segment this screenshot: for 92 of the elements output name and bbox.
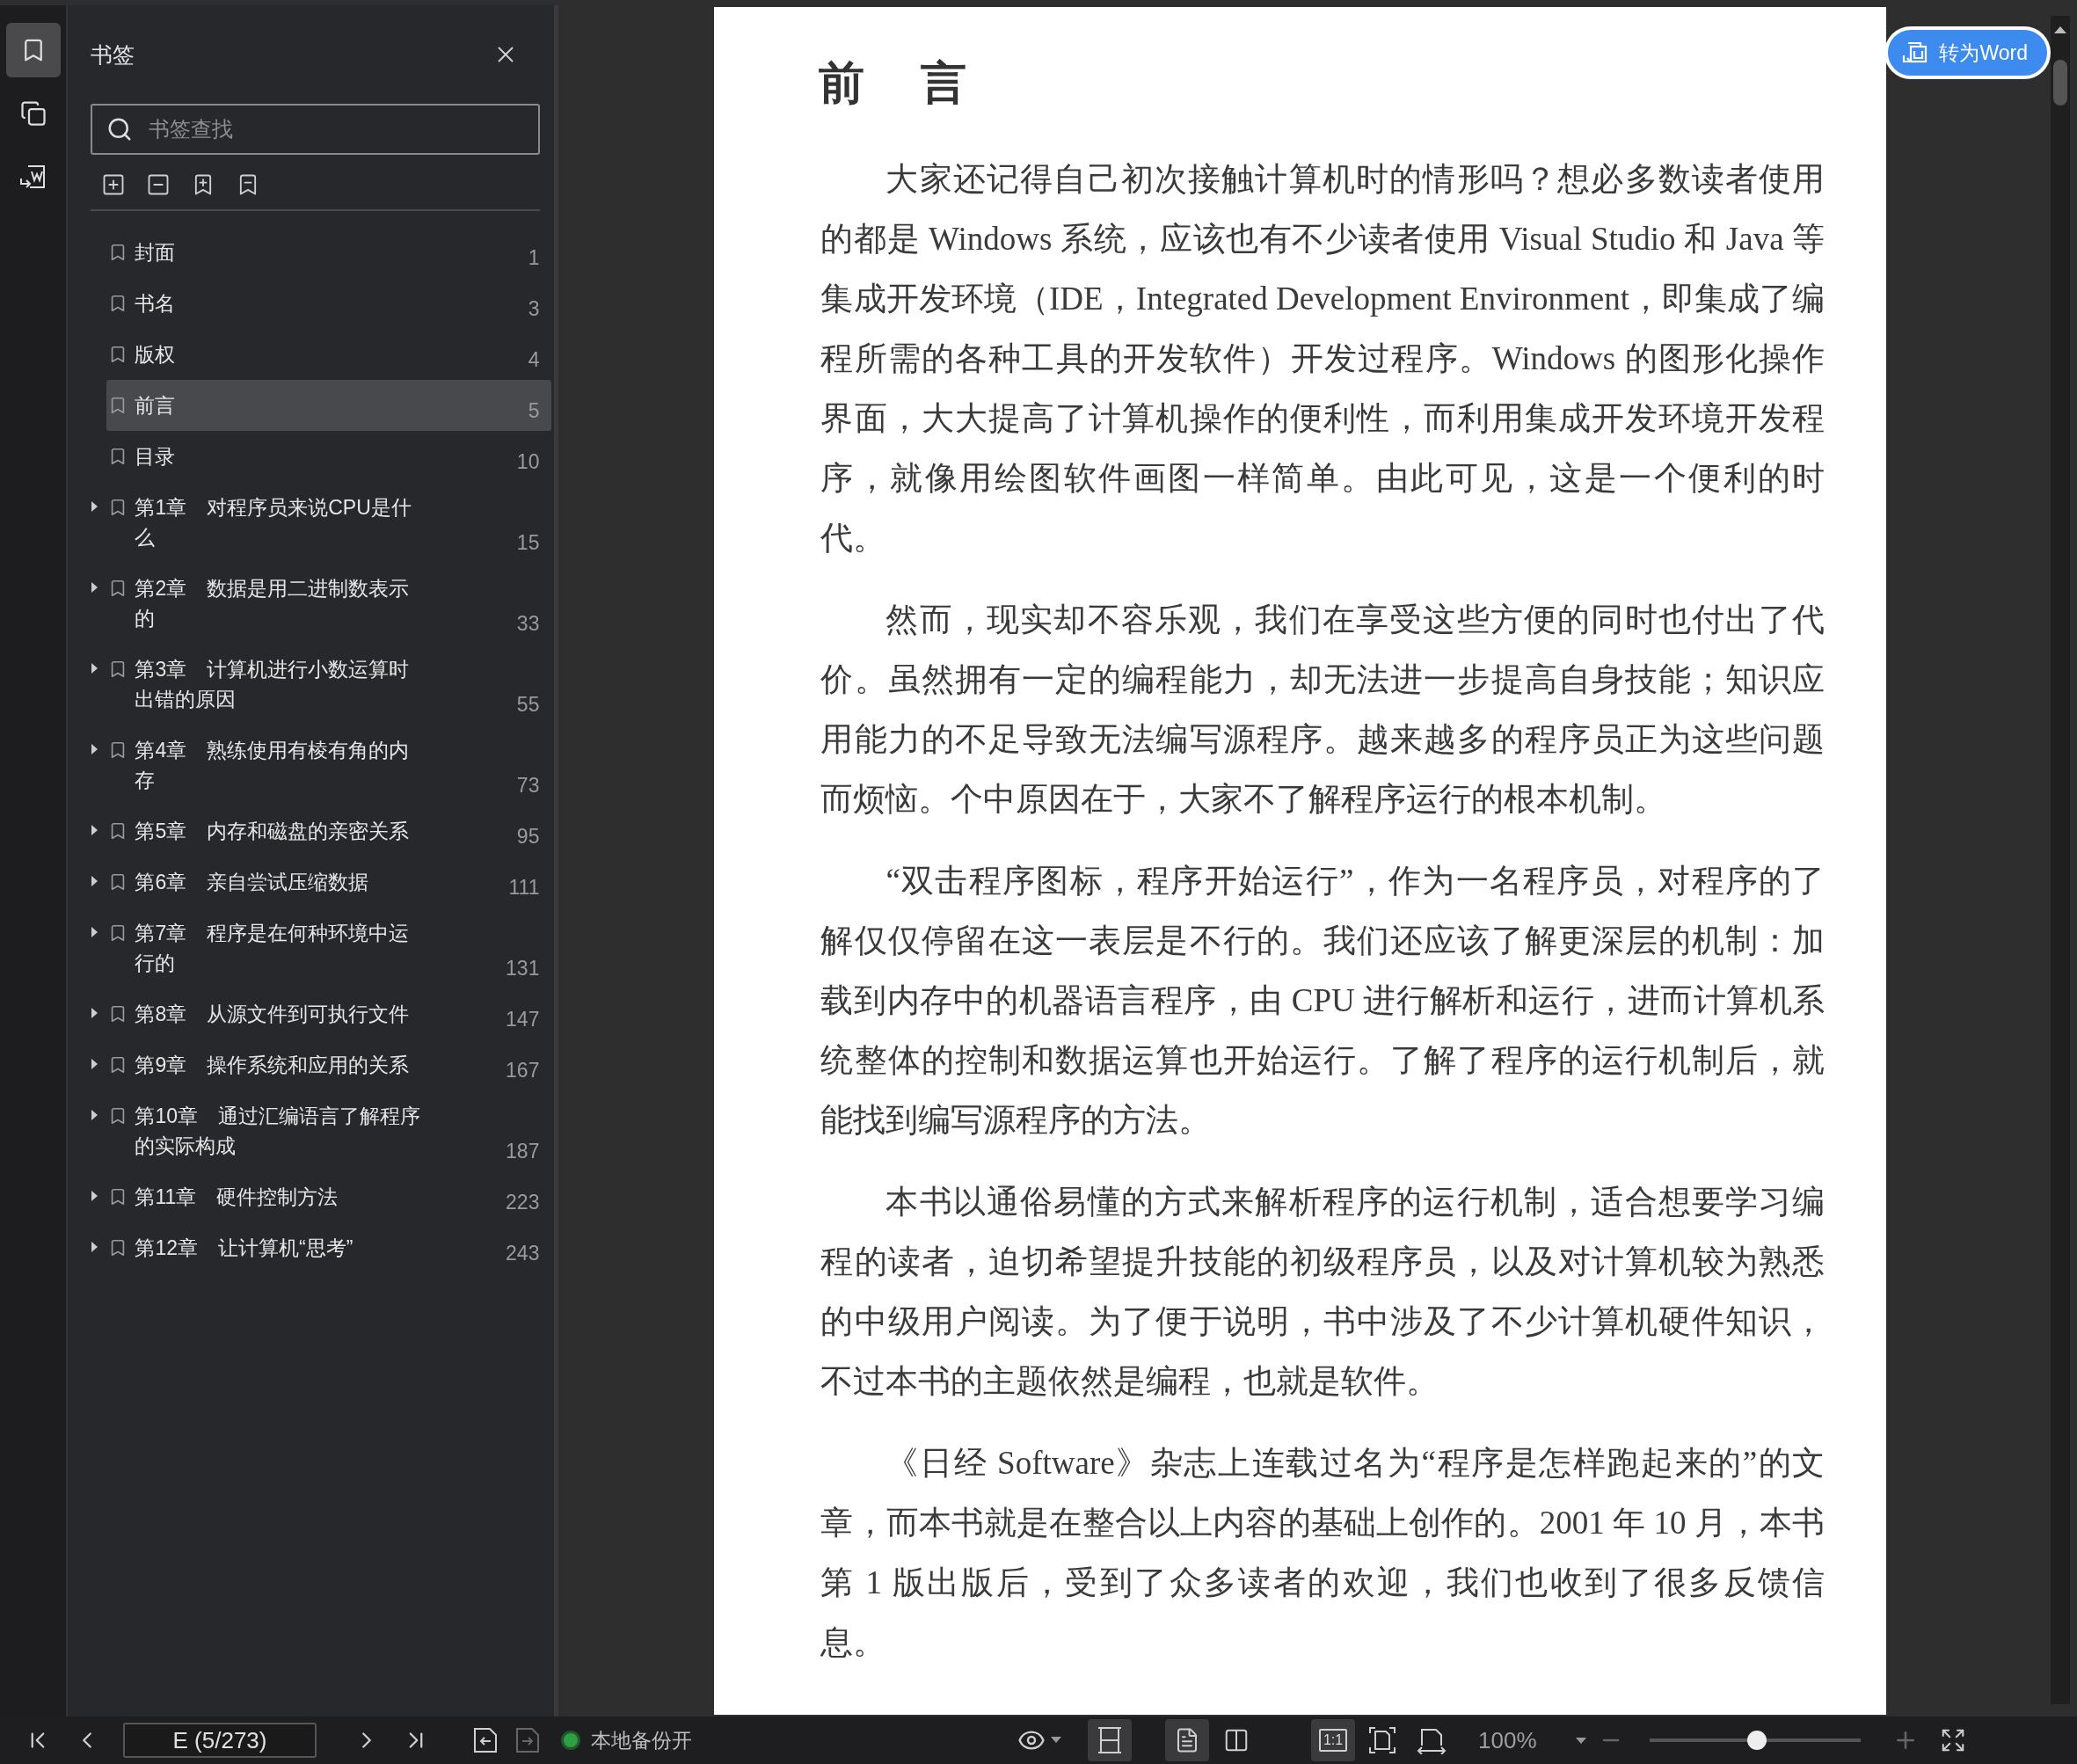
bookmark-label: 封面: [135, 240, 177, 266]
page-number: 95: [516, 824, 540, 849]
scrollbar-thumb[interactable]: [2053, 60, 2067, 106]
slider-thumb[interactable]: [1746, 1731, 1767, 1750]
body-paragraph: “双击程序图标，程序开始运行”，作为一名程序员，对程序的了解仅仅停留在这一表层是不行的。我们还应该了解更深层的机制：加载到内存中的机器语言程序，由 CPU 进行解析和运行，进而计算机系统整体的控制和数据运算也开始运行。了解了程序的运行机制后，就能找到编写源程序的方法。: [820, 862, 1826, 1140]
bookmark-item[interactable]: 第8章 从源文件到可执行文件 147: [106, 988, 552, 1039]
bookmark-label: 前言: [135, 393, 177, 419]
page-number: 33: [516, 611, 540, 637]
bookmark-label: 第7章 程序是在何种环境中运行的: [135, 921, 411, 976]
scrollbar[interactable]: [2051, 16, 2070, 1704]
bookmark-label: 第5章 内存和磁盘的亲密关系: [135, 819, 411, 844]
bookmark-item[interactable]: 第12章 让计算机“思考” 243: [106, 1222, 552, 1273]
page-number: 5: [528, 398, 540, 424]
expand-arrow-icon[interactable]: [91, 501, 99, 512]
rotate-page-icon: [1417, 1726, 1447, 1754]
expand-arrow-icon[interactable]: [91, 582, 99, 593]
expand-arrow-icon[interactable]: [91, 927, 99, 937]
bookmark-item[interactable]: 目录 10: [106, 431, 552, 482]
expand-arrow-icon[interactable]: [91, 1008, 99, 1018]
bookmark-label: 第6章 亲自尝试压缩数据: [135, 870, 370, 895]
page-number: 167: [506, 1058, 540, 1083]
expand-arrow-icon[interactable]: [91, 1059, 99, 1069]
fit-page-icon: [1368, 1726, 1396, 1754]
back-icon[interactable]: [473, 1727, 498, 1753]
scroll-up-icon: [2054, 26, 2066, 33]
expand-arrow-icon[interactable]: [91, 825, 99, 835]
zoom-value[interactable]: 100%: [1478, 1726, 1537, 1754]
page-number: 147: [506, 1007, 540, 1032]
backup-status: 本地备份开: [591, 1727, 692, 1753]
page-heading: 前 言: [819, 57, 973, 110]
caret-icon[interactable]: [1575, 1738, 1586, 1745]
bookmark-item[interactable]: 第7章 程序是在何种环境中运行的 131: [106, 908, 552, 988]
expand-arrow-icon[interactable]: [91, 1242, 99, 1252]
bookmark-item[interactable]: 版权 4: [106, 329, 552, 380]
page-number: 73: [516, 773, 540, 798]
bookmark-label: 书名: [135, 291, 177, 317]
body-paragraph: 然而，现实却不容乐观，我们在享受这些方便的同时也付出了代价。虽然拥有一定的编程能力，却无法进一步提高自身技能；知识应用能力的不足导致无法编写源程序。越来越多的程序员正为这些问题而烦恼。个中原因在于，大家不了解程序运行的根本机制。: [820, 601, 1826, 819]
actual-size-label: 1:1: [1318, 1729, 1348, 1752]
bookmark-label: 第1章 对程序员来说CPU是什么: [135, 495, 412, 550]
bookmark-item[interactable]: 第3章 计算机进行小数运算时出错的原因 55: [106, 644, 552, 725]
body-paragraph: 本书以通俗易懂的方式来解析程序的运行机制，适合想要学习编程的读者，迫切希望提升技能的初级程序员，以及对计算机较为熟悉的中级用户阅读。为了便于说明，书中涉及了不少计算机硬件知识，不过本书的主题依然是编程，也就是软件。: [820, 1183, 1826, 1401]
expand-arrow-icon[interactable]: [91, 663, 99, 674]
body-paragraph: 《日经 Software》杂志上连载过名为“程序是怎样跑起来的”的文章，而本书就是在整合以上内容的基础上创作的。2001 年 10 月，本书第 1 版出版后，受到了众多读者的欢迎，我们也收到了很多反馈信息。: [820, 1444, 1826, 1662]
expand-arrow-icon[interactable]: [91, 1110, 99, 1120]
page-number: 131: [506, 956, 540, 981]
page-number: 223: [506, 1190, 540, 1215]
bookmark-label: 第11章 硬件控制方法: [135, 1185, 339, 1210]
panel-title: 书签: [91, 40, 135, 69]
bookmark-label: 版权: [135, 342, 177, 368]
bookmark-item[interactable]: 第10章 通过汇编语言了解程序的实际构成 187: [106, 1090, 552, 1171]
expand-arrow-icon[interactable]: [91, 1191, 99, 1201]
bookmark-item[interactable]: 第6章 亲自尝试压缩数据 111: [106, 856, 552, 908]
bookmark-label: 第12章 让计算机“思考”: [135, 1236, 354, 1261]
bookmark-item[interactable]: 书名 3: [106, 278, 552, 329]
fit-width-button[interactable]: [1088, 1719, 1132, 1761]
bookmark-label: 第3章 计算机进行小数运算时出错的原因: [135, 657, 411, 712]
page-number: 3: [528, 296, 540, 322]
expand-arrow-icon[interactable]: [91, 876, 99, 886]
bookmark-item[interactable]: 第1章 对程序员来说CPU是什么 15: [106, 482, 552, 563]
bookmark-label: 第10章 通过汇编语言了解程序的实际构成: [135, 1104, 422, 1159]
bookmark-item[interactable]: 第4章 熟练使用有棱有角的内存 73: [106, 725, 552, 805]
bookmark-item[interactable]: 第5章 内存和磁盘的亲密关系 95: [106, 805, 552, 856]
page-number: 4: [528, 347, 540, 373]
bookmark-label: 第9章 操作系统和应用的关系: [135, 1053, 411, 1078]
caret-icon[interactable]: [1051, 1737, 1061, 1744]
page-number: 243: [506, 1241, 540, 1266]
body-paragraph: 大家还记得自己初次接触计算机时的情形吗？想必多数读者使用的都是 Windows 系统，应该也有不少读者使用 Visual Studio 和 Java 等集成开发环境（IDE，Integrated Development Environment，即集成了编程所需的各种工具的开发软件）开发过程序。Windows 的图形化操作界面，大大提高了计算机操作的便利性，而利用集成开发环境开发程序，就像用绘图软件画图一样简单。由此可见，这是一个便利的时代。: [820, 160, 1826, 558]
bookmark-item[interactable]: 第2章 数据是用二进制数表示的 33: [106, 563, 552, 644]
page-number: 55: [516, 692, 540, 718]
document-convert-icon: [18, 163, 47, 191]
page-view-button[interactable]: [1165, 1719, 1209, 1761]
bookmark-label: 目录: [135, 444, 177, 470]
page-number: 1: [528, 245, 540, 271]
page-number: 187: [506, 1139, 540, 1164]
page-number: 111: [508, 875, 540, 900]
page-number: 10: [516, 449, 540, 475]
bookmark-label: 第2章 数据是用二进制数表示的: [135, 576, 411, 631]
bookmark-item[interactable]: 封面 1: [106, 227, 552, 278]
zoom-mode-button[interactable]: 1:1: [1311, 1719, 1355, 1761]
bookmark-item[interactable]: 第9章 操作系统和应用的关系 167: [106, 1039, 552, 1090]
page-number-field[interactable]: E (5/273): [123, 1723, 317, 1758]
pages-icon: [19, 100, 47, 127]
page-number: 15: [516, 530, 540, 556]
bookmark-label: 第4章 熟练使用有棱有角的内存: [135, 738, 411, 793]
expand-arrow-icon[interactable]: [91, 744, 99, 754]
search-field[interactable]: 书签查找: [91, 104, 541, 155]
bookmark-item[interactable]: 前言 5: [106, 380, 552, 431]
bookmark-item[interactable]: 第11章 硬件控制方法 223: [106, 1171, 552, 1222]
fit-width-icon: [1097, 1726, 1123, 1754]
bookmark-label: 第8章 从源文件到可执行文件: [135, 1002, 411, 1027]
two-page-icon: [1223, 1727, 1250, 1753]
sidebar-tab[interactable]: [5, 23, 61, 77]
